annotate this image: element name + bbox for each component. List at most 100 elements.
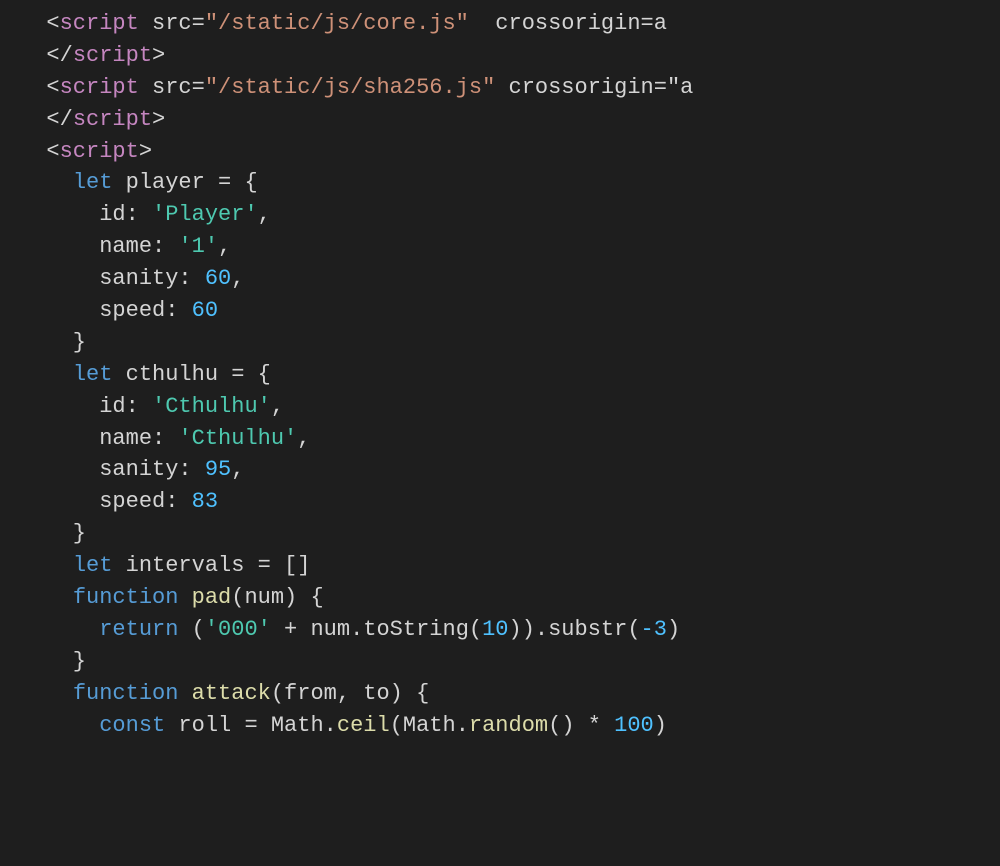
code-token: 'Cthulhu' [152,394,271,419]
code-token [178,681,191,706]
code-line: } [20,518,1000,550]
code-token: )).substr( [509,617,641,642]
code-token: player = { [112,170,257,195]
code-token: roll = Math. [165,713,337,738]
code-token [20,617,99,642]
code-token: random [469,713,548,738]
code-token: function [73,585,179,610]
code-token: '000' [205,617,271,642]
code-token: (from, to) { [271,681,429,706]
code-token: attack [192,681,271,706]
code-token: 60 [192,298,218,323]
code-line: id: 'Player', [20,199,1000,231]
code-line: name: '1', [20,231,1000,263]
code-editor: <script src="/static/js/core.js" crossor… [0,0,1000,866]
code-token: , [231,266,244,291]
code-token: } [20,649,86,674]
code-token [20,681,73,706]
code-token: , [258,202,271,227]
code-token: ( [178,617,204,642]
code-token: pad [192,585,232,610]
code-token: 100 [614,713,654,738]
code-token: , [271,394,284,419]
code-token [178,585,191,610]
code-line: <script src="/static/js/sha256.js" cross… [20,72,1000,104]
code-line: id: 'Cthulhu', [20,391,1000,423]
code-line: let intervals = [] [20,550,1000,582]
code-token: < [20,75,60,100]
code-token: script [60,139,139,164]
code-token: "/static/js/core.js" [205,11,469,36]
code-token: "a [667,75,693,100]
code-line: speed: 60 [20,295,1000,327]
code-token: sanity: [20,266,205,291]
code-token: '1' [178,234,218,259]
code-token: > [152,43,165,68]
code-token: , [297,426,310,451]
code-line: </script> [20,104,1000,136]
code-token: , [231,457,244,482]
code-token: 83 [192,489,218,514]
code-line: let player = { [20,167,1000,199]
code-token [20,585,73,610]
code-line: const roll = Math.ceil(Math.random() * 1… [20,710,1000,742]
code-token: function [73,681,179,706]
code-token: 'Player' [152,202,258,227]
code-token: const [99,713,165,738]
code-line: } [20,646,1000,678]
code-token: crossorigin= [495,75,667,100]
code-token: speed: [20,298,192,323]
code-token: } [20,521,86,546]
code-token: a [654,11,667,36]
code-token: (num) { [231,585,323,610]
code-line: sanity: 95, [20,454,1000,486]
code-line: function pad(num) { [20,582,1000,614]
code-token: let [73,170,113,195]
code-line: function attack(from, to) { [20,678,1000,710]
code-token: < [20,11,60,36]
code-line: } [20,327,1000,359]
code-line: let cthulhu = { [20,359,1000,391]
code-token: > [139,139,152,164]
code-token: < [20,139,60,164]
code-token: 60 [205,266,231,291]
code-token: + num.toString( [271,617,482,642]
code-token: () * [548,713,614,738]
code-token: src= [139,75,205,100]
code-token: ) [654,713,667,738]
code-token: } [20,330,86,355]
code-token: script [60,75,139,100]
code-token: </ [20,43,73,68]
code-token: src= [139,11,205,36]
code-token: 'Cthulhu' [178,426,297,451]
code-token: script [60,11,139,36]
code-token: script [73,43,152,68]
code-token: sanity: [20,457,205,482]
code-line: </script> [20,40,1000,72]
code-line: return ('000' + num.toString(10)).substr… [20,614,1000,646]
code-token: name: [20,234,178,259]
code-token: cthulhu = { [112,362,270,387]
code-token: ) [667,617,680,642]
code-token [20,170,73,195]
code-token: "/static/js/sha256.js" [205,75,495,100]
code-line: sanity: 60, [20,263,1000,295]
code-token: </ [20,107,73,132]
code-token: return [99,617,178,642]
code-token: ceil [337,713,390,738]
code-token: intervals = [] [112,553,310,578]
code-token [20,362,73,387]
code-token: name: [20,426,178,451]
code-line: name: 'Cthulhu', [20,423,1000,455]
code-token: , [218,234,231,259]
code-token: id: [20,202,152,227]
code-token: > [152,107,165,132]
code-line: <script src="/static/js/core.js" crossor… [20,8,1000,40]
code-token: let [73,553,113,578]
code-token: 10 [482,617,508,642]
code-token [20,713,99,738]
code-token: -3 [641,617,667,642]
code-token: let [73,362,113,387]
code-line: <script> [20,136,1000,168]
code-line: speed: 83 [20,486,1000,518]
